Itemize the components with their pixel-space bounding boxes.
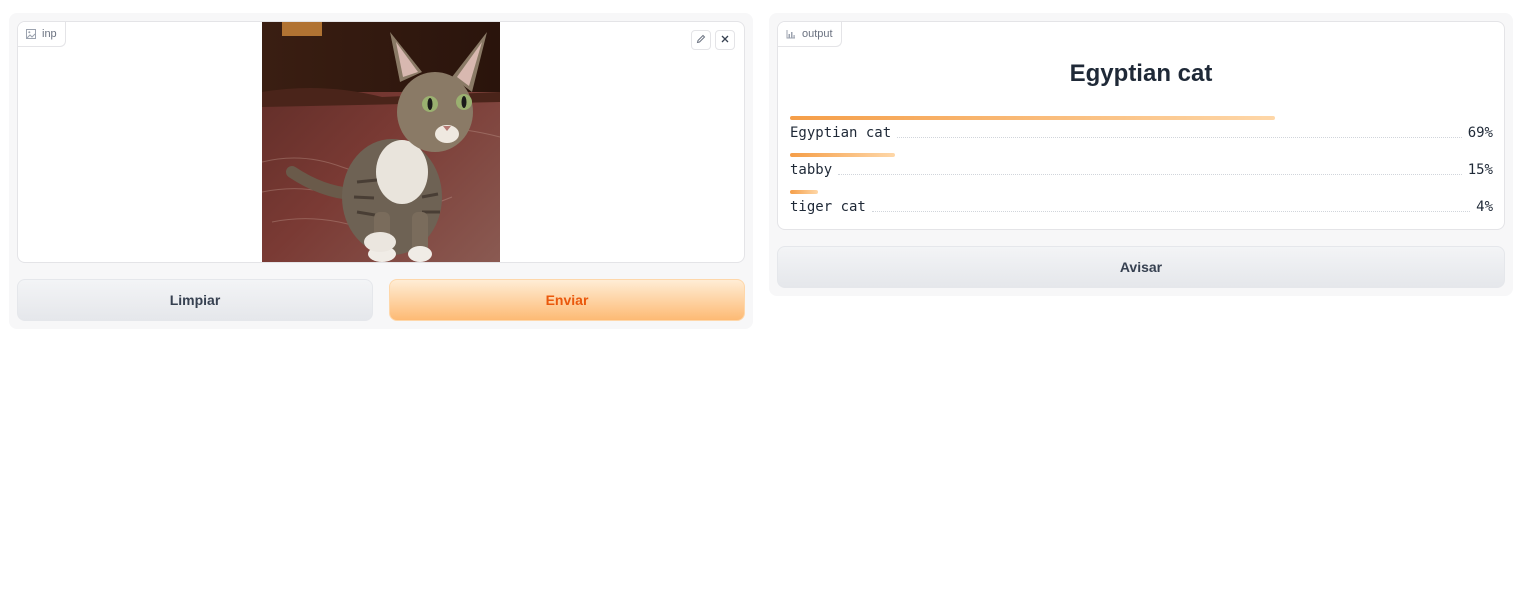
confidence-bar	[790, 153, 896, 157]
confidence-item: tiger cat 4%	[790, 190, 1493, 215]
confidence-bar	[790, 190, 819, 194]
confidence-percent: 69%	[1467, 125, 1493, 141]
bar-chart-icon	[786, 29, 796, 39]
output-label: output	[802, 28, 833, 40]
confidence-percent: 4%	[1476, 199, 1493, 215]
dotted-leader	[871, 202, 1471, 212]
uploaded-cat-image	[262, 22, 500, 262]
confidence-percent: 15%	[1467, 162, 1493, 178]
dotted-leader	[838, 165, 1462, 175]
clear-button[interactable]: Limpiar	[17, 279, 373, 321]
image-icon	[26, 29, 36, 39]
input-label: inp	[42, 28, 57, 40]
output-label-tab: output	[778, 22, 842, 47]
input-label-tab: inp	[18, 22, 66, 47]
confidence-bar	[790, 116, 1276, 120]
submit-button[interactable]: Enviar	[389, 279, 745, 321]
image-input-panel[interactable]: inp	[17, 21, 745, 263]
flag-button[interactable]: Avisar	[777, 246, 1505, 288]
confidence-item: Egyptian cat 69%	[790, 116, 1493, 141]
dotted-leader	[897, 128, 1462, 138]
confidence-label: tiger cat	[790, 199, 866, 215]
confidence-label: Egyptian cat	[790, 125, 892, 141]
input-column: inp Limpiar Enviar	[9, 13, 753, 329]
output-column: output Egyptian cat Egyptian cat 69% tab…	[769, 13, 1513, 296]
edit-image-button[interactable]	[691, 30, 711, 50]
close-icon	[720, 31, 730, 49]
predicted-label: Egyptian cat	[1069, 60, 1213, 87]
pencil-icon	[696, 31, 706, 49]
confidence-item: tabby 15%	[790, 153, 1493, 178]
clear-image-button[interactable]	[715, 30, 735, 50]
label-output-panel: output Egyptian cat Egyptian cat 69% tab…	[777, 21, 1505, 230]
confidence-label: tabby	[790, 162, 833, 178]
